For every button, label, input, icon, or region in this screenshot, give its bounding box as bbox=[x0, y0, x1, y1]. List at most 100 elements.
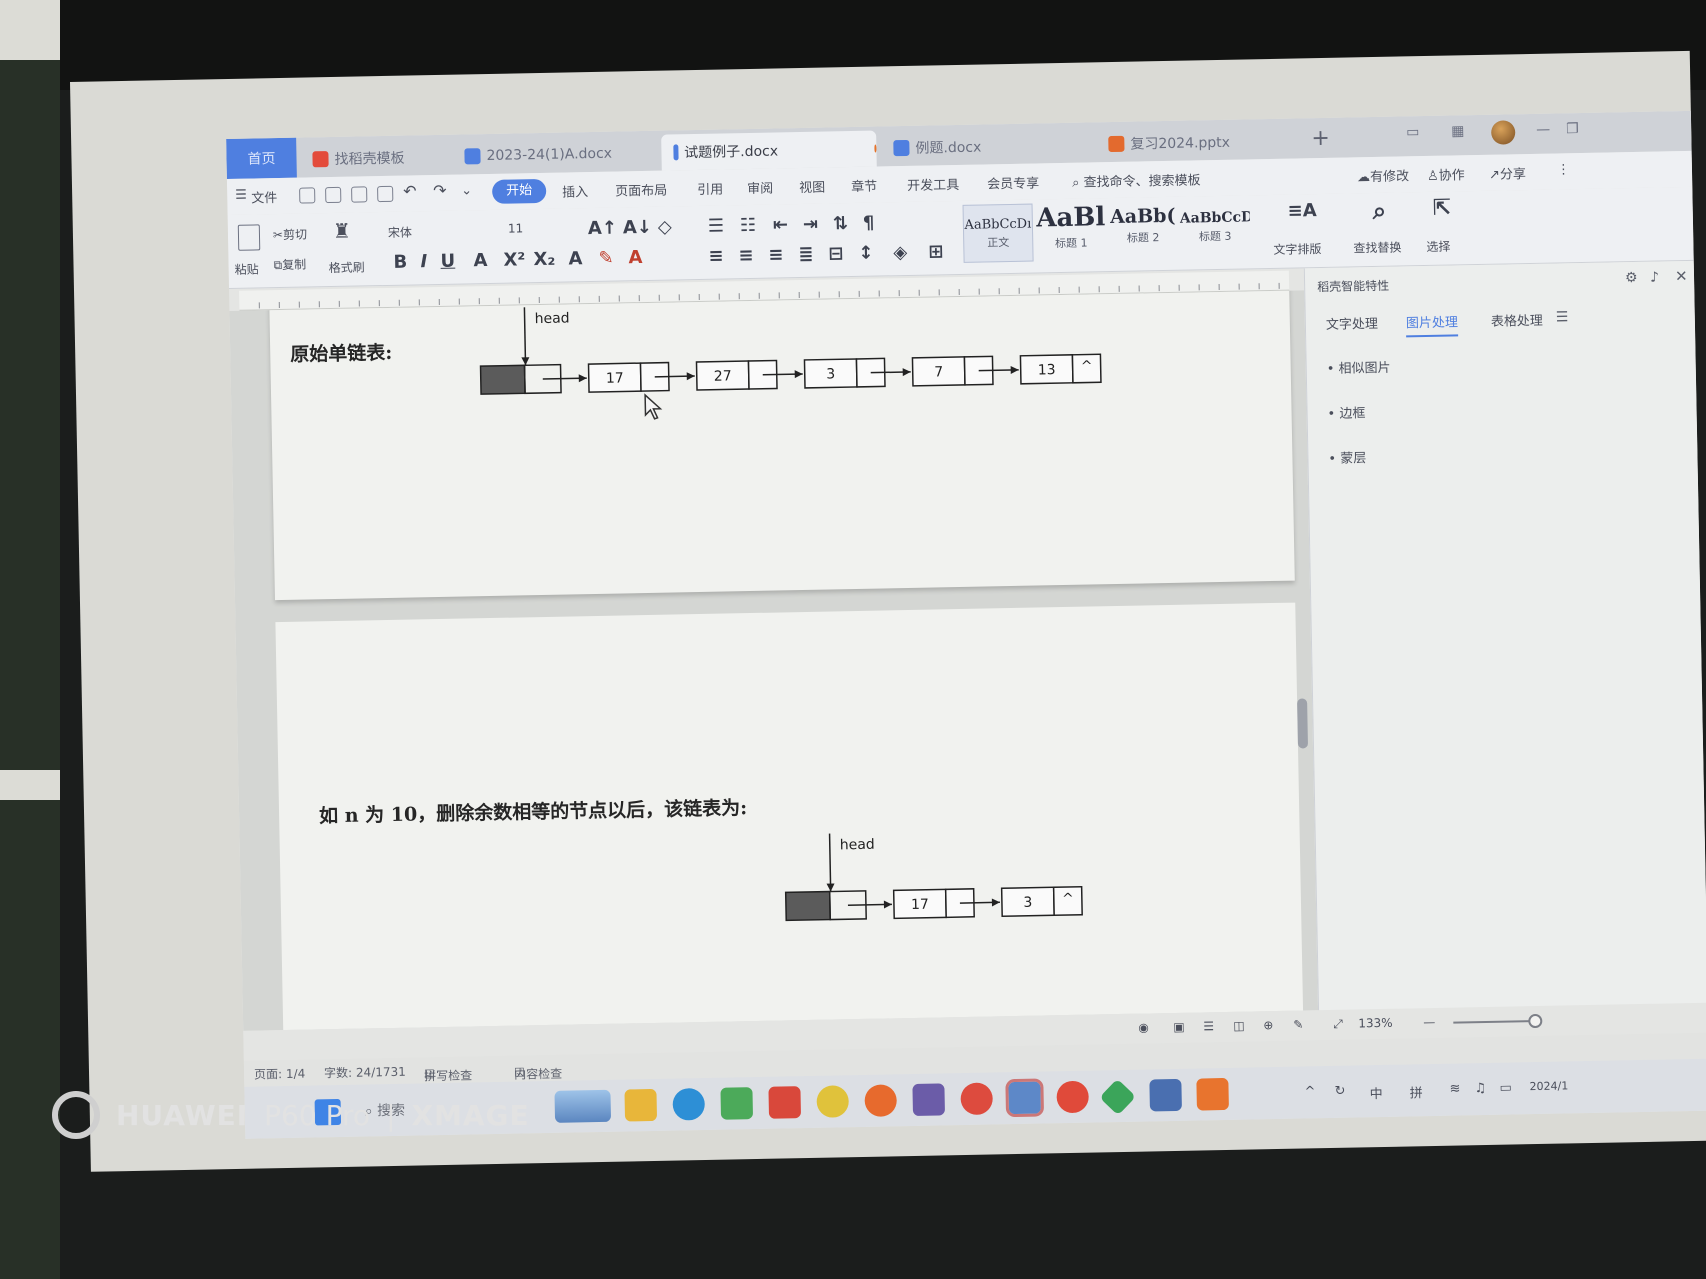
distribute-icon[interactable]: ⊟ bbox=[828, 243, 843, 264]
option-mask[interactable]: • 蒙层 bbox=[1328, 447, 1366, 467]
wifi-icon[interactable]: ≋ bbox=[1449, 1081, 1460, 1096]
page-2[interactable]: 如 n 为 10，删除余数相等的节点以后，该链表为: head 17 3 ^ bbox=[275, 602, 1304, 1031]
more-icon[interactable]: ⋮ bbox=[1557, 162, 1570, 177]
show-marks-icon[interactable]: ¶ bbox=[863, 213, 875, 234]
page-count[interactable]: 页面: 1/4 bbox=[254, 1065, 305, 1083]
edge-browser-icon[interactable] bbox=[672, 1088, 706, 1121]
page-1[interactable]: 原始单链表: head 17 27 3 7 13 ^ bbox=[269, 290, 1295, 601]
menu-insert[interactable]: 插入 bbox=[562, 181, 588, 200]
save-icon[interactable] bbox=[299, 187, 316, 204]
indent-decrease-icon[interactable]: ⇤ bbox=[773, 214, 788, 235]
bell-icon[interactable]: ♪ bbox=[1650, 270, 1659, 286]
menu-member[interactable]: 会员专享 bbox=[987, 172, 1039, 192]
tab-home[interactable]: 首页 bbox=[226, 137, 297, 180]
more-quick-icon[interactable]: ⌄ bbox=[461, 183, 472, 198]
menu-section[interactable]: 章节 bbox=[851, 176, 877, 195]
font-color-icon[interactable]: A bbox=[628, 247, 642, 268]
justify-icon[interactable]: ≣ bbox=[798, 244, 813, 265]
menu-view[interactable]: 视图 bbox=[799, 177, 825, 196]
menu-page-layout[interactable]: 页面布局 bbox=[615, 180, 667, 200]
linked-list-diagram-result[interactable]: head 17 3 ^ bbox=[784, 826, 1107, 942]
strikethrough-icon[interactable]: A bbox=[473, 250, 487, 271]
restore-icon[interactable]: ❐ bbox=[1566, 121, 1579, 137]
app-yellow-icon[interactable] bbox=[816, 1085, 850, 1118]
copy-button[interactable]: ⧉复制 bbox=[273, 256, 306, 274]
sort-icon[interactable]: ⇅ bbox=[833, 213, 848, 234]
align-left-icon[interactable]: ≡ bbox=[708, 245, 723, 266]
app-green-icon[interactable] bbox=[1099, 1078, 1137, 1116]
new-tab-button[interactable]: + bbox=[1311, 126, 1330, 151]
zoom-slider-knob[interactable] bbox=[1528, 1013, 1543, 1029]
grow-font-icon[interactable]: A↑ bbox=[588, 218, 617, 240]
app-red-icon[interactable] bbox=[1056, 1080, 1089, 1114]
indent-increase-icon[interactable]: ⇥ bbox=[803, 214, 818, 235]
menu-developer[interactable]: 开发工具 bbox=[907, 174, 959, 194]
pane-menu-icon[interactable]: ☰ bbox=[1556, 309, 1569, 325]
redo-icon[interactable]: ↷ bbox=[433, 181, 447, 200]
read-view-icon[interactable]: ◫ bbox=[1233, 1019, 1245, 1033]
fit-icon[interactable]: ⤢ bbox=[1333, 1017, 1343, 1032]
minimize-icon[interactable]: — bbox=[1536, 122, 1550, 138]
print-icon[interactable] bbox=[351, 186, 368, 203]
subscript-icon[interactable]: X₂ bbox=[533, 249, 555, 270]
clear-format-icon[interactable]: ◇ bbox=[658, 216, 672, 237]
style-heading-3[interactable]: AaBbCcDı 标题 3 bbox=[1179, 199, 1250, 258]
settings-icon[interactable]: ⚙ bbox=[1625, 270, 1638, 286]
tab-pptx[interactable]: 复习2024.pptx bbox=[1096, 122, 1302, 162]
share-button[interactable]: ↗分享 bbox=[1489, 163, 1526, 183]
highlight-icon[interactable]: ✎ bbox=[598, 248, 613, 269]
tab-doc-2023[interactable]: 2023-24(1)A.docx bbox=[452, 135, 658, 175]
collaborate-button[interactable]: ♙协作 bbox=[1427, 164, 1465, 184]
undo-icon[interactable]: ↶ bbox=[403, 181, 417, 200]
menu-file[interactable]: 文件 bbox=[251, 187, 277, 206]
menu-references[interactable]: 引用 bbox=[697, 178, 723, 197]
zoom-slider[interactable] bbox=[1453, 1020, 1534, 1024]
ime-pinyin[interactable]: 拼 bbox=[1409, 1082, 1423, 1101]
paste-icon[interactable] bbox=[237, 224, 261, 251]
user-avatar[interactable] bbox=[1491, 120, 1516, 145]
sync-icon[interactable]: ↻ bbox=[1334, 1084, 1345, 1099]
tab-templates[interactable]: 找稻壳模板 bbox=[300, 139, 451, 178]
weather-widget-icon[interactable] bbox=[554, 1089, 612, 1123]
grid-icon[interactable]: ▦ bbox=[1451, 123, 1465, 139]
wps-office-icon[interactable] bbox=[768, 1086, 802, 1119]
file-explorer-icon[interactable] bbox=[624, 1088, 658, 1122]
eye-protect-icon[interactable]: ◉ bbox=[1138, 1020, 1149, 1034]
tab-text-processing[interactable]: 文字处理 bbox=[1326, 313, 1378, 333]
cut-button[interactable]: ✂剪切 bbox=[273, 225, 307, 243]
vertical-scrollbar[interactable] bbox=[1297, 698, 1309, 749]
underline-icon[interactable]: U bbox=[440, 251, 455, 272]
web-view-icon[interactable]: ⊕ bbox=[1263, 1018, 1273, 1032]
cloud-status[interactable]: ☁有修改 bbox=[1357, 165, 1409, 185]
chevron-up-icon[interactable]: ^ bbox=[1304, 1084, 1315, 1099]
zoom-out-icon[interactable]: — bbox=[1423, 1015, 1435, 1029]
option-border[interactable]: • 边框 bbox=[1327, 402, 1365, 422]
tab-doc-example[interactable]: 例题.docx bbox=[881, 126, 1092, 166]
ime-chinese[interactable]: 中 bbox=[1369, 1083, 1383, 1102]
word-count[interactable]: 字数: 24/1731 bbox=[324, 1063, 406, 1082]
shading-icon[interactable]: ◈ bbox=[893, 242, 907, 263]
hamburger-icon[interactable]: ☰ bbox=[235, 188, 247, 203]
style-heading-2[interactable]: AaBb( 标题 2 bbox=[1107, 201, 1178, 260]
window-layout-icon[interactable]: ▭ bbox=[1406, 124, 1420, 140]
format-painter-icon[interactable]: ♜ bbox=[333, 219, 351, 243]
battery-icon[interactable]: ▭ bbox=[1499, 1081, 1512, 1096]
document-canvas[interactable]: 原始单链表: head 17 27 3 7 13 ^ 如 n 为 10，删除余数相等的节点以… bbox=[229, 290, 1319, 1031]
align-center-icon[interactable]: ≡ bbox=[738, 245, 753, 266]
close-icon[interactable]: ✕ bbox=[1675, 267, 1688, 285]
line-spacing-icon[interactable]: ↕ bbox=[858, 243, 873, 264]
page-view-icon[interactable]: ▣ bbox=[1173, 1020, 1185, 1034]
tab-image-processing[interactable]: 图片处理 bbox=[1405, 311, 1459, 338]
bold-icon[interactable]: B bbox=[393, 252, 407, 273]
preview-icon[interactable] bbox=[377, 185, 394, 203]
text-effect-icon[interactable]: A bbox=[568, 248, 582, 269]
bullet-list-icon[interactable]: ☰ bbox=[708, 215, 725, 236]
numbered-list-icon[interactable]: ☷ bbox=[740, 215, 757, 236]
export-icon[interactable] bbox=[325, 186, 342, 204]
align-right-icon[interactable]: ≡ bbox=[768, 244, 783, 265]
chrome-icon[interactable] bbox=[960, 1082, 993, 1116]
visual-studio-icon[interactable] bbox=[912, 1083, 945, 1117]
style-normal[interactable]: AaBbCcDı 正文 bbox=[962, 203, 1034, 263]
shrink-font-icon[interactable]: A↓ bbox=[623, 217, 652, 239]
firefox-icon[interactable] bbox=[864, 1084, 898, 1117]
